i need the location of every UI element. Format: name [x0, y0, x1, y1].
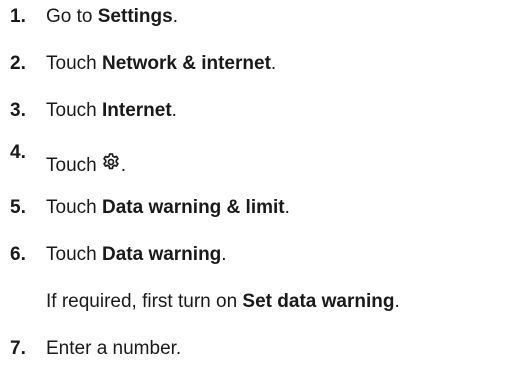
note-text-bold: Set data warning [242, 291, 395, 312]
step-text: Touch. [46, 152, 126, 178]
step-text: Touch Internet. [46, 100, 177, 122]
note-text-end: . [394, 291, 400, 312]
step-text-end: . [284, 197, 290, 218]
note-text: If required, first turn on Set data warn… [46, 291, 400, 313]
step-text: Touch Data warning. [46, 244, 227, 266]
step-text: Go to Settings. [46, 6, 178, 28]
step-number: 6. [10, 244, 26, 265]
step-number: 7. [10, 338, 26, 359]
step-text-end: . [171, 100, 177, 121]
step-text-bold: Settings [97, 6, 173, 27]
step-text-end: . [172, 6, 178, 27]
step-number: 5. [10, 197, 26, 218]
note-text-plain: If required, first turn on [46, 291, 243, 312]
step-text-plain: Touch [46, 197, 102, 218]
step-text-plain: Go to [46, 6, 98, 27]
step-text: Enter a number. [46, 338, 181, 360]
step-number: 3. [10, 100, 26, 121]
step-text-end: . [221, 244, 227, 265]
step-text-bold: Internet [101, 100, 172, 121]
step-text-bold: Network & internet [101, 53, 271, 74]
step-text-bold: Data warning & limit [101, 197, 285, 218]
step-text-plain: Enter a number. [46, 338, 182, 359]
step-text-plain: Touch [46, 155, 97, 176]
step-text-end: . [270, 53, 277, 74]
settings-gear-icon [101, 152, 121, 178]
step-text-bold: Data warning [101, 244, 222, 265]
step-text-plain: Touch [46, 100, 102, 121]
step-text: Touch Data warning & limit. [46, 197, 290, 219]
step-text-plain: Touch [46, 53, 102, 74]
step-number: 4. [10, 142, 26, 163]
step-text-end: . [120, 155, 126, 176]
step-number: 2. [10, 53, 26, 74]
step-text-plain: Touch [46, 244, 102, 265]
step-text: Touch Network & internet. [46, 53, 276, 75]
instruction-list: 1. Go to Settings. 2. Touch Network & in… [0, 0, 531, 373]
step-number: 1. [10, 6, 26, 27]
